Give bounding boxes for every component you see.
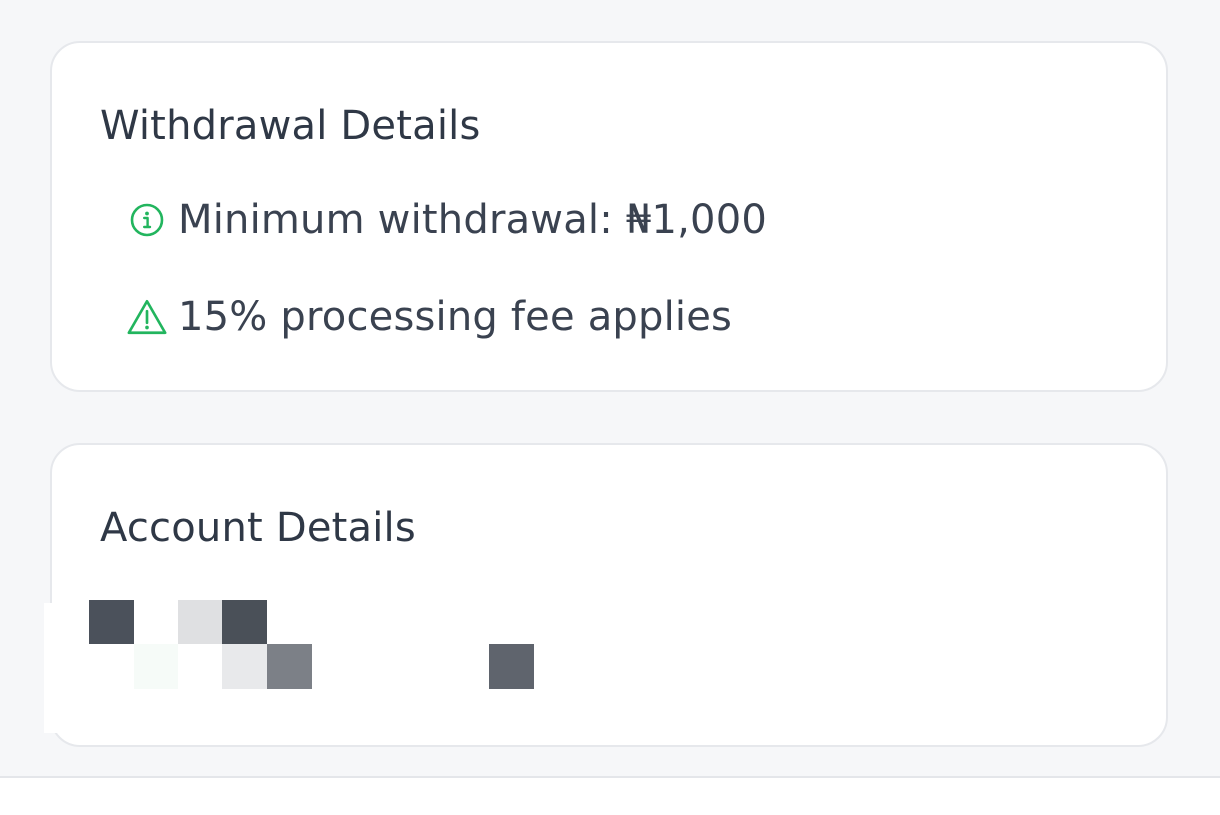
minimum-withdrawal-row: Minimum withdrawal: ₦1,000 xyxy=(126,199,767,241)
processing-fee-row: 15% processing fee applies xyxy=(126,296,732,338)
minimum-withdrawal-text: Minimum withdrawal: ₦1,000 xyxy=(178,197,767,243)
withdrawal-details-title: Withdrawal Details xyxy=(100,103,481,149)
withdrawal-details-card: Withdrawal Details Minimum withdrawal: ₦… xyxy=(50,41,1168,392)
bottom-bar xyxy=(0,776,1220,815)
info-circle-icon xyxy=(126,199,168,241)
processing-fee-text: 15% processing fee applies xyxy=(178,294,733,340)
warning-triangle-icon xyxy=(126,296,168,338)
account-details-title: Account Details xyxy=(100,505,416,551)
account-details-card: Account Details xyxy=(50,443,1168,747)
